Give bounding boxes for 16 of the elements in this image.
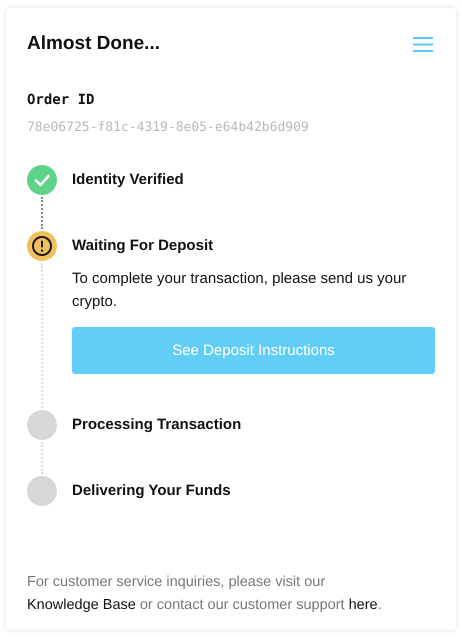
step-title: Identity Verified [72,170,185,190]
knowledge-base-link[interactable]: Knowledge Base [27,597,136,613]
step-title: Processing Transaction [72,415,242,435]
pending-circle-icon [27,476,57,506]
pending-circle-icon [27,410,57,440]
support-link[interactable]: here [348,597,378,613]
order-id: 78e06725-f81c-4319-8e05-e64b42b6d909 [27,120,310,135]
step-title: Delivering Your Funds [72,481,232,501]
support-text: For customer service inquiries, please visit our Knowledge Base or contact our customer support here. [27,573,383,615]
order-id-label: Order ID [27,92,96,108]
menu-icon[interactable] [413,36,433,52]
step-description: To complete your transaction, please send us your crypto. [72,269,408,312]
page-title: Almost Done... [27,33,160,55]
warning-icon [27,231,57,261]
step-title: Waiting For Deposit [72,236,214,256]
check-icon [27,165,57,195]
